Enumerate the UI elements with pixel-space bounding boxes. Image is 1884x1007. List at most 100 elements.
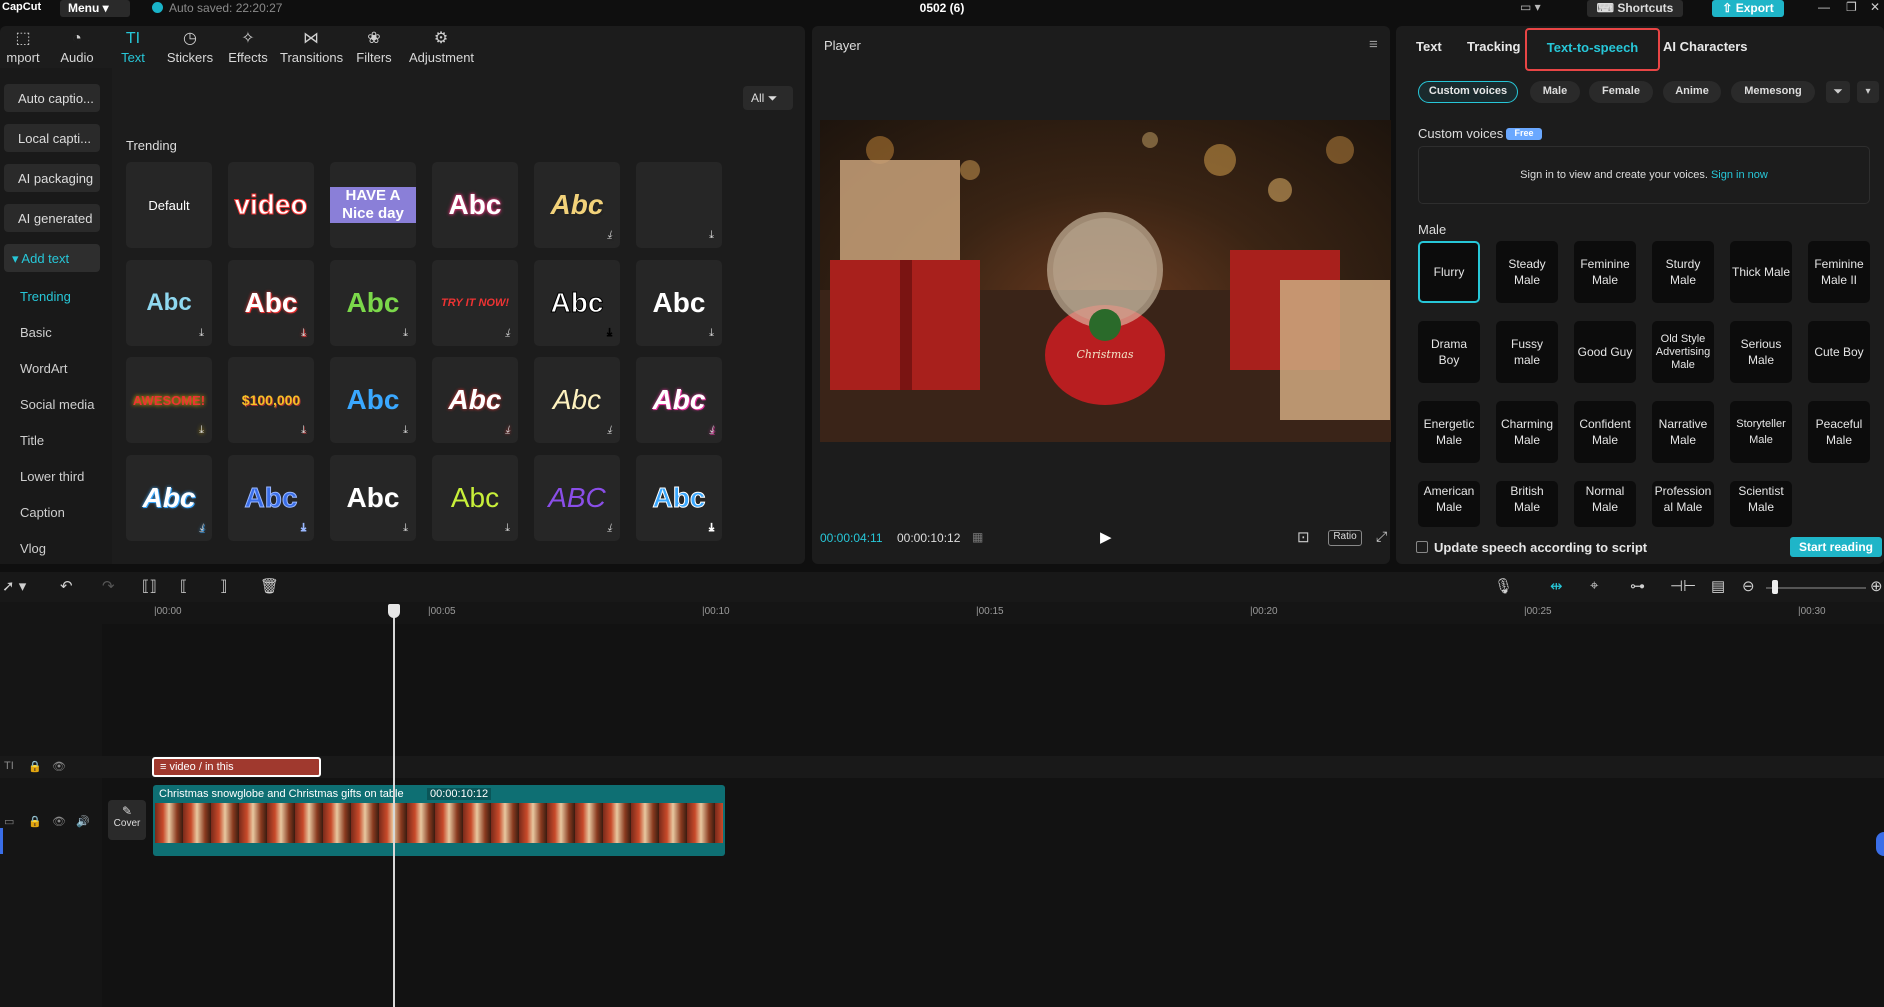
voice-card[interactable]: Storyteller Male — [1730, 401, 1792, 463]
text-template-tile[interactable]: Abc ⤓ — [330, 357, 416, 443]
voice-card[interactable]: Peaceful Male — [1808, 401, 1870, 463]
text-template-tile[interactable]: Abc ⤓ — [228, 455, 314, 541]
tab-tracking[interactable]: Tracking — [1467, 39, 1520, 54]
export-button[interactable]: ⇧ Export — [1712, 0, 1784, 17]
chip-custom-voices[interactable]: Custom voices — [1418, 81, 1518, 103]
close-icon[interactable]: ✕ — [1870, 0, 1880, 14]
download-icon[interactable]: ⤓ — [505, 522, 510, 535]
linkage-icon[interactable]: ⊶ — [1630, 577, 1645, 595]
text-template-tile[interactable]: Abc ⤓ — [330, 455, 416, 541]
download-icon[interactable]: ⤓ — [607, 522, 612, 535]
playhead[interactable] — [393, 604, 395, 1007]
text-template-tile[interactable]: Abc ⤓ — [636, 455, 722, 541]
voice-card[interactable]: Drama Boy — [1418, 321, 1480, 383]
filter-icon[interactable]: ⏷ — [1826, 81, 1850, 103]
text-template-tile[interactable]: Abc ⤓ — [636, 357, 722, 443]
download-icon[interactable]: ⤓ — [301, 327, 306, 340]
voice-card[interactable]: Feminine Male II — [1808, 241, 1870, 303]
lock-icon[interactable]: 🔒 — [28, 760, 42, 773]
subcat-trending[interactable]: Trending — [20, 289, 71, 304]
chip-female[interactable]: Female — [1589, 81, 1653, 103]
tab-effects[interactable]: ✧ Effects — [217, 28, 279, 65]
voice-card[interactable]: Energetic Male — [1418, 401, 1480, 463]
microphone-icon[interactable]: 🎙 — [1494, 577, 1513, 595]
chip-anime[interactable]: Anime — [1663, 81, 1721, 103]
text-template-tile[interactable]: Abc ⤓ — [534, 162, 620, 248]
timeline-screen-icon[interactable]: ▤ — [1711, 577, 1725, 595]
voice-card[interactable]: Steady Male — [1496, 241, 1558, 303]
download-icon[interactable]: ⤓ — [403, 424, 408, 437]
maximize-icon[interactable]: ❐ — [1846, 0, 1857, 14]
voice-card[interactable]: Confident Male — [1574, 401, 1636, 463]
text-template-tile[interactable]: ⤓ — [636, 162, 722, 248]
tab-text[interactable]: TI Text — [102, 28, 164, 65]
text-template-tile[interactable]: Abc ⤓ — [330, 260, 416, 346]
download-icon[interactable]: ⤓ — [607, 327, 613, 340]
tab-text-props[interactable]: Text — [1416, 39, 1442, 54]
voice-card[interactable]: Feminine Male — [1574, 241, 1636, 303]
layout-icon[interactable]: ▭ ▾ — [1520, 0, 1541, 14]
scroll-handle[interactable] — [1876, 832, 1884, 856]
voice-card[interactable]: Flurry — [1418, 241, 1480, 303]
subcat-basic[interactable]: Basic — [20, 325, 52, 340]
download-icon[interactable]: ⤓ — [709, 229, 714, 242]
download-icon[interactable]: ⤓ — [709, 327, 714, 340]
zoom-in-icon[interactable]: ⊕ — [1870, 577, 1883, 595]
text-template-tile[interactable]: Abc — [432, 162, 518, 248]
text-template-tile[interactable]: TRY IT NOW! ⤓ — [432, 260, 518, 346]
download-icon[interactable]: ⤓ — [301, 424, 306, 437]
timeline-ruler[interactable] — [0, 602, 1884, 624]
voice-card[interactable]: Thick Male — [1730, 241, 1792, 303]
eye-icon[interactable]: 👁 — [52, 815, 66, 828]
chevron-down-icon[interactable]: ▾ — [1857, 81, 1879, 103]
text-template-tile[interactable]: Abc ⤓ — [126, 260, 212, 346]
start-reading-button[interactable]: Start reading — [1790, 537, 1882, 557]
fit-zoom-icon[interactable]: ⊡ — [1297, 528, 1310, 546]
voice-card[interactable]: Fussy male — [1496, 321, 1558, 383]
eye-icon[interactable]: 👁 — [52, 760, 66, 773]
tab-filters[interactable]: ❀ Filters — [343, 28, 405, 65]
chip-male[interactable]: Male — [1530, 81, 1580, 103]
tab-transitions[interactable]: ⋈ Transitions — [280, 28, 343, 65]
play-icon[interactable]: ▶ — [1100, 528, 1112, 546]
category-ai-generated[interactable]: AI generated — [4, 204, 100, 232]
voice-card[interactable]: Scientist Male — [1730, 481, 1792, 527]
download-icon[interactable]: ⤓ — [403, 522, 408, 535]
download-icon[interactable]: ⤓ — [301, 522, 307, 535]
timecode-grid-icon[interactable]: ▦ — [972, 530, 983, 544]
voice-card[interactable]: Old Style Advertising Male — [1652, 321, 1714, 383]
zoom-slider-handle[interactable] — [1772, 580, 1778, 594]
subcat-social-media[interactable]: Social media — [20, 397, 94, 412]
voice-card[interactable]: American Male — [1418, 481, 1480, 527]
video-preview[interactable]: Christmas — [820, 120, 1391, 442]
download-icon[interactable]: ⤓ — [709, 522, 715, 535]
subcat-caption[interactable]: Caption — [20, 505, 65, 520]
download-icon[interactable]: ⤓ — [199, 424, 204, 437]
split-icon[interactable]: ⟦⟧ — [142, 577, 157, 595]
tab-audio[interactable]: ◔ Audio — [46, 28, 108, 65]
voice-card[interactable]: Serious Male — [1730, 321, 1792, 383]
subcat-vlog[interactable]: Vlog — [20, 541, 46, 556]
category-auto-captions[interactable]: Auto captio... — [4, 84, 100, 112]
chip-memesong[interactable]: Memesong — [1731, 81, 1815, 103]
video-clip[interactable]: Christmas snowglobe and Christmas gifts … — [153, 785, 725, 856]
voice-card[interactable]: Sturdy Male — [1652, 241, 1714, 303]
category-ai-packaging[interactable]: AI packaging — [4, 164, 100, 192]
tab-adjustment[interactable]: ⚙ Adjustment — [409, 28, 474, 65]
text-clip[interactable]: ≡ video / in this — [152, 757, 321, 777]
download-icon[interactable]: ⤓ — [607, 424, 612, 437]
update-speech-option[interactable]: Update speech according to script — [1416, 540, 1647, 555]
zoom-out-icon[interactable]: ⊖ — [1742, 577, 1755, 595]
filter-all-button[interactable]: All ⏷ — [743, 86, 793, 110]
zoom-slider[interactable] — [1766, 587, 1866, 589]
undo-icon[interactable]: ↶ — [60, 577, 73, 595]
tab-ai-characters[interactable]: AI Characters — [1663, 39, 1748, 54]
ratio-button[interactable]: Ratio — [1328, 530, 1362, 546]
lock-icon[interactable]: 🔒 — [28, 815, 42, 828]
download-icon[interactable]: ⤓ — [709, 424, 714, 437]
voice-card[interactable]: Good Guy — [1574, 321, 1636, 383]
voice-card[interactable]: Narrative Male — [1652, 401, 1714, 463]
main-track-magnet-icon[interactable]: ⇹ — [1550, 577, 1563, 595]
voice-card[interactable]: Normal Male — [1574, 481, 1636, 527]
download-icon[interactable]: ⤓ — [505, 424, 510, 437]
